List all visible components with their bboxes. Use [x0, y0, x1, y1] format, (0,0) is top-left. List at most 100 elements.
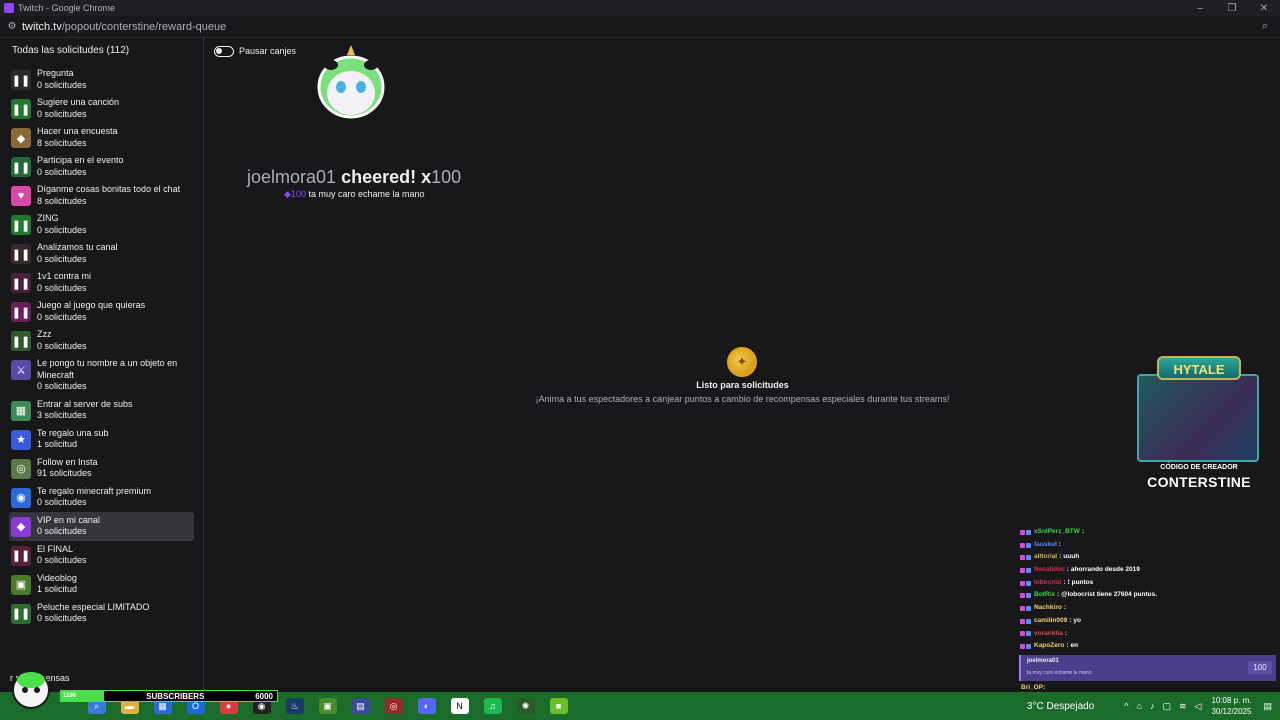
restore-button[interactable]: ❐ [1216, 3, 1248, 14]
cheer-message-text: ta muy caro echame la mano [308, 189, 425, 199]
reward-item[interactable]: ❚❚ Participa en el evento 0 solicitudes [9, 152, 194, 181]
all-requests-title[interactable]: Todas las solicitudes (112) [12, 45, 129, 56]
reward-count: 0 solicitudes [37, 311, 87, 322]
reward-item[interactable]: ❚❚ Zzz 0 solicitudes [9, 326, 194, 355]
chat-badge-icon [1026, 605, 1031, 611]
reward-name: Follow en Insta [37, 456, 98, 467]
reward-count: 1 solicitud [37, 439, 78, 449]
chat-line: Necalidoc: ahorrando desde 2019 [1020, 564, 1278, 577]
zoom-icon[interactable]: ⌕ [1262, 20, 1268, 33]
chat-cheer-highlight: joelmora01 ta muy caro echame la mano 10… [1019, 655, 1276, 681]
wifi-icon[interactable]: ≋ [1179, 701, 1187, 712]
chat-badge-icon [1026, 618, 1031, 624]
reward-icon: ◎ [11, 458, 31, 479]
chat-message: uuuh [1063, 553, 1080, 561]
reward-name: Videoblog [37, 572, 77, 583]
chat-badge-icon [1026, 631, 1031, 637]
hytale-logo: HYTALE [1157, 356, 1241, 380]
reward-name: Juego al juego que quieras [37, 300, 146, 310]
ready-title: Listo para solicitudes [696, 380, 789, 390]
reward-name: VIP en mi canal [37, 514, 100, 525]
reward-item[interactable]: ❚❚ Analizamos tu canal 0 solicitudes [9, 239, 194, 268]
reward-count: 0 solicitudes [37, 108, 87, 119]
ready-subtitle: ¡Anima a tus espectadores a canjear punt… [535, 394, 950, 404]
cheer-bits: 100 [290, 189, 306, 199]
app-red-icon[interactable]: ◎ [384, 698, 403, 714]
chatgpt-icon[interactable]: ✺ [516, 698, 535, 714]
chat-badge-icon [1026, 567, 1031, 573]
chat-message: en [1070, 642, 1079, 650]
reward-item[interactable]: ▦ Entrar al server de subs 3 solicitudes [9, 396, 194, 425]
minimize-button[interactable]: – [1184, 3, 1216, 14]
url-field[interactable]: twitch.tv/popout/conterstine/reward-queu… [22, 21, 226, 33]
clock[interactable]: 10:08 p. m. 30/12/2025 [1211, 695, 1251, 717]
reward-name: Hacer una encuesta [37, 126, 118, 136]
chat-line: fauskul: [1020, 539, 1278, 552]
reward-sidebar: Todas las solicitudes (112) ❚❚ Pregunta 0 … [0, 38, 204, 692]
chat-username: vorankha [1034, 629, 1063, 637]
notion-icon[interactable]: N [450, 698, 469, 714]
close-button[interactable]: ✕ [1248, 3, 1280, 14]
chat-username: camilin009 [1034, 616, 1068, 624]
clock-time: 10:08 p. m. [1211, 696, 1252, 705]
reward-item[interactable]: ❚❚ 1v1 contra mi 0 solicitudes [9, 268, 194, 297]
reward-count: 0 solicitudes [37, 79, 87, 90]
reward-icon: ❚❚ [11, 99, 31, 119]
chat-badge-icon [1026, 555, 1031, 561]
reward-name: Te regalo una sub [37, 427, 109, 438]
highlight-message: ta muy caro echame la mano [1027, 670, 1092, 676]
reward-count: 0 solicitudes [37, 166, 87, 177]
microphone-icon[interactable]: ♪ [1150, 701, 1155, 711]
pause-redemptions-label: Pausar canjes [239, 46, 297, 56]
reward-item[interactable]: ❚❚ Sugiere una canción 0 solicitudes [9, 94, 194, 123]
chat-username: Bri_OP [1021, 684, 1044, 691]
spotify-icon[interactable]: ♫ [483, 698, 502, 714]
promo-artwork [1137, 374, 1259, 462]
display-icon[interactable]: ▢ [1162, 701, 1171, 712]
editor-icon[interactable]: ▤ [351, 698, 370, 714]
reward-icon: ▣ [11, 574, 31, 595]
reward-item[interactable]: ❚❚ Peluche especial LIMITADO 0 solicitudes [9, 599, 194, 628]
chat-line: vorankha: [1020, 628, 1278, 641]
cheer-word: cheered! [341, 167, 417, 187]
network-icon[interactable]: ⌂ [1137, 701, 1142, 711]
reward-icon: ❚❚ [11, 70, 31, 90]
reward-item[interactable]: ❚❚ Juego al juego que quieras 0 solicitude… [9, 297, 194, 326]
weather-widget[interactable]: 3°C Despejado [1027, 701, 1094, 712]
reward-count: 0 solicitudes [37, 253, 87, 264]
reward-item[interactable]: ♥ Díganme cosas bonitas todo el chat 8 sol… [9, 181, 194, 210]
chat-username: BotRix [1034, 591, 1055, 599]
chat-message: ahorrando desde 2019 [1070, 566, 1140, 574]
minecraft-launcher-icon[interactable]: ■ [549, 698, 568, 714]
reward-item[interactable]: ⚔ Le pongo tu nombre a un objeto en Minec… [9, 355, 194, 396]
reward-name: Peluche especial LIMITADO [37, 601, 150, 612]
notifications-icon[interactable]: ▤ [1263, 701, 1272, 712]
creator-name: CONTERSTINE [1147, 474, 1251, 490]
steam-icon[interactable]: ♨ [285, 698, 304, 714]
reward-item[interactable]: ◆ Hacer una encuesta 8 solicitudes [9, 123, 194, 152]
discord-icon[interactable]: ◐ [417, 698, 436, 714]
reward-item[interactable]: ▣ Videoblog 1 solicitud [9, 570, 194, 599]
chevron-up-icon[interactable]: ^ [1124, 701, 1128, 711]
volume-icon[interactable]: ◁ [1195, 701, 1202, 712]
reward-icon: ⚔ [11, 360, 31, 380]
reward-name: 1v1 contra mi [37, 271, 92, 281]
site-settings-icon[interactable]: ⚙ [2, 21, 22, 32]
reward-item[interactable]: ◆ VIP en mi canal 0 solicitudes [9, 511, 194, 541]
reward-name: Zzz [37, 329, 52, 339]
reward-item[interactable]: ★ Te regalo una sub 1 solicitud [9, 425, 194, 454]
minecraft-icon[interactable]: ▣ [318, 698, 337, 714]
chat-username: lobocrist [1034, 578, 1062, 586]
sub-goal-progress: 1196 [61, 691, 105, 701]
reward-icon: ♥ [11, 186, 31, 206]
chat-badge-icon [1020, 618, 1025, 624]
reward-item[interactable]: ◉ Te regalo minecraft premium 0 solicitude… [9, 483, 194, 512]
chat-username: KapoZero [1034, 642, 1065, 650]
reward-item[interactable]: ◎ Follow en Insta 91 solicitudes [9, 454, 194, 483]
reward-item[interactable]: ❚❚ El FINAL 0 solicitudes [9, 541, 194, 570]
reward-icon: ★ [11, 429, 31, 450]
pause-redemptions-toggle[interactable] [214, 46, 234, 57]
reward-name: Participa en el evento [37, 155, 124, 165]
reward-item[interactable]: ❚❚ Pregunta 0 solicitudes [9, 65, 194, 94]
reward-item[interactable]: ❚❚ ZING 0 solicitudes [9, 210, 194, 239]
